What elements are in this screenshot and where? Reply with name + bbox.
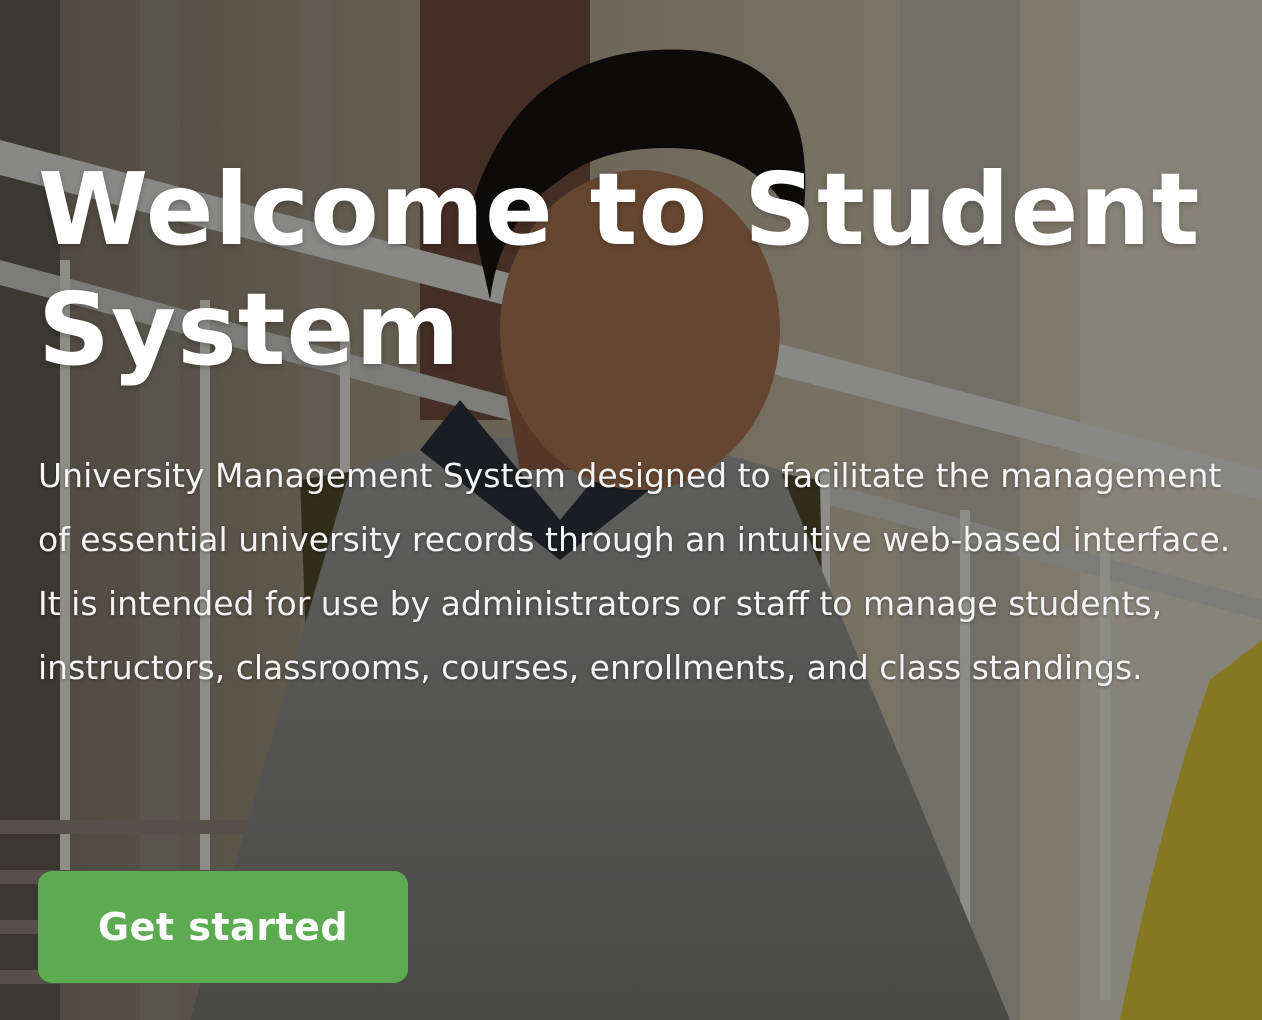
hero-content: Welcome to Student System University Man…	[38, 150, 1248, 700]
page-title: Welcome to Student System	[38, 151, 1201, 388]
hero-description: University Management System designed to…	[38, 456, 1231, 687]
get-started-button[interactable]: Get started	[38, 871, 408, 983]
hero-section: Welcome to Student System University Man…	[0, 0, 1262, 1020]
